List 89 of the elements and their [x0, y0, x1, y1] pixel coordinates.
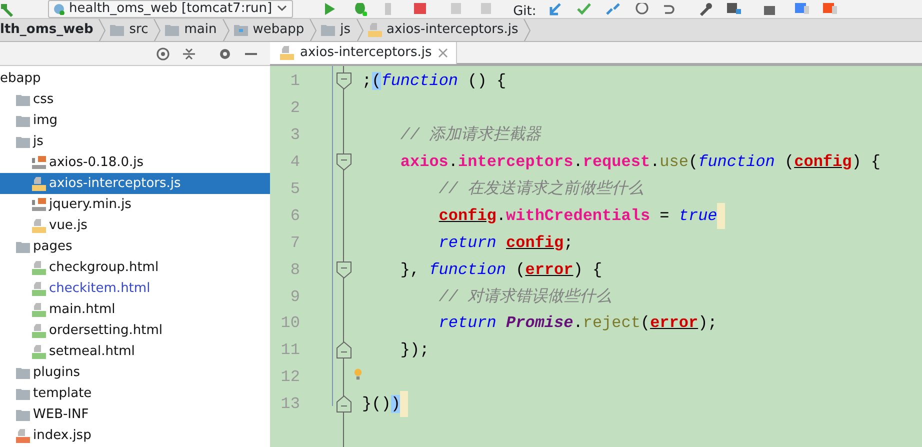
check-icon[interactable]: [577, 3, 592, 16]
folder-icon: [110, 24, 124, 36]
line-number: 10: [280, 313, 300, 334]
breadcrumb-item[interactable]: lth_oms_web: [0, 20, 98, 40]
tree-item[interactable]: setmeal.html: [0, 341, 270, 362]
lightbulb-icon[interactable]: [354, 367, 362, 382]
fold-icon[interactable]: [336, 153, 352, 172]
tree-item[interactable]: checkitem.html: [0, 278, 270, 299]
tree-item[interactable]: ebapp: [0, 68, 270, 89]
fold-icon[interactable]: [336, 341, 352, 360]
code-line: axios.interceptors.request.use(function (config) {: [400, 152, 881, 174]
collapse-all-icon[interactable]: [182, 46, 196, 60]
editor-tab[interactable]: axios-interceptors.js: [270, 42, 457, 64]
fold-icon[interactable]: [336, 72, 352, 90]
tree-item[interactable]: checkgroup.html: [0, 257, 270, 278]
code-line: ;(function () {: [362, 71, 506, 92]
folder-icon: [321, 24, 336, 36]
html-file-icon: [32, 344, 46, 358]
js-file-icon: [32, 218, 46, 232]
breadcrumb-item[interactable]: axios-interceptors.js: [364, 20, 524, 40]
jsp-file-icon: [16, 428, 30, 442]
breadcrumb-item[interactable]: main: [161, 20, 222, 40]
code-line: // 添加请求拦截器: [400, 124, 542, 146]
folder-icon: [16, 408, 30, 420]
breadcrumb-item[interactable]: webapp: [230, 20, 310, 40]
tree-item[interactable]: js: [0, 131, 270, 152]
line-number: 6: [289, 206, 300, 227]
line-number: 2: [289, 98, 300, 120]
js-file-icon: [368, 23, 382, 37]
html-file-icon: [32, 282, 46, 296]
library-file-icon: [32, 198, 46, 212]
js-file-icon: [32, 176, 46, 190]
tree-item[interactable]: index.jsp: [0, 425, 270, 446]
line-number: 11: [280, 340, 300, 362]
bug-icon[interactable]: [353, 3, 368, 16]
folder-icon: [16, 388, 30, 400]
code-line: config.withCredentials = true: [438, 206, 718, 227]
tree-item[interactable]: ordersetting.html: [0, 320, 270, 341]
folder-icon: [234, 24, 248, 36]
line-number: 9: [289, 286, 300, 308]
caret-icon: [276, 5, 288, 13]
play-icon[interactable]: [323, 3, 338, 16]
line-number: 4: [289, 152, 300, 174]
breadcrumb-item[interactable]: src: [106, 20, 154, 40]
breadcrumb-item[interactable]: js: [317, 20, 356, 40]
code-line: // 对请求错误做些什么: [438, 286, 612, 308]
html-file-icon: [32, 260, 46, 274]
line-number: 13: [280, 394, 300, 416]
folder-icon: [165, 24, 180, 36]
code-line: return Promise.reject(error);: [438, 313, 718, 334]
folder-icon: [16, 114, 30, 126]
update-icon[interactable]: [548, 3, 562, 16]
folder-icon: [16, 94, 30, 106]
line-number: 3: [289, 125, 300, 146]
locate-icon[interactable]: [156, 46, 170, 60]
tree-item[interactable]: pages: [0, 236, 270, 257]
tree-item[interactable]: vue.js: [0, 215, 270, 236]
folder-icon: [16, 366, 30, 378]
tree-item[interactable]: axios-0.18.0.js: [0, 152, 270, 173]
tree-item[interactable]: axios-interceptors.js: [0, 173, 270, 194]
tree-item[interactable]: main.html: [0, 299, 270, 320]
js-file-icon: [280, 46, 294, 60]
line-number: 5: [289, 179, 300, 200]
stop-icon[interactable]: [413, 3, 428, 16]
code-line: }, function (error) {: [400, 260, 602, 281]
line-number: 7: [289, 232, 300, 254]
folder-icon: [16, 136, 30, 148]
fold-icon[interactable]: [336, 395, 352, 414]
line-number: 8: [289, 260, 300, 281]
fold-icon[interactable]: [336, 260, 352, 279]
folder-icon: [16, 240, 30, 252]
tree-item[interactable]: template: [0, 383, 270, 404]
library-file-icon: [32, 156, 46, 170]
tree-item[interactable]: img: [0, 110, 270, 131]
tree-item[interactable]: jquery.min.js: [0, 194, 270, 215]
html-file-icon: [32, 302, 46, 316]
code-line: });: [400, 340, 430, 362]
line-number: 12: [280, 367, 300, 388]
code-line: // 在发送请求之前做些什么: [438, 178, 644, 200]
line-number: 1: [289, 71, 300, 92]
run-config-dropdown[interactable]: health_oms_web [tomcat7:run]: [48, 0, 294, 18]
close-icon[interactable]: [438, 48, 448, 58]
code-line: return config;: [438, 232, 574, 254]
git-label: Git:: [513, 6, 536, 18]
code-line: }()): [362, 394, 400, 416]
tree-item[interactable]: WEB-INF: [0, 404, 270, 425]
html-file-icon: [32, 324, 46, 338]
tree-item[interactable]: plugins: [0, 362, 270, 383]
tree-item[interactable]: css: [0, 89, 270, 110]
